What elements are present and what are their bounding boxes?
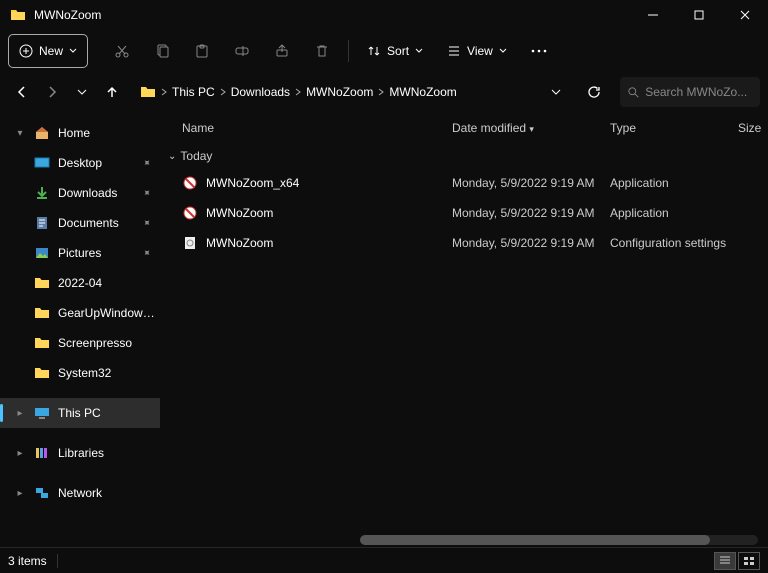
crumb-mwnozoom-1[interactable]: MWNoZoom [306, 85, 385, 99]
file-list: Name Date modified ▾ Type Size ⌄ Today M… [160, 112, 768, 547]
forward-button[interactable] [38, 78, 66, 106]
status-bar: 3 items [0, 547, 768, 573]
sidebar-folder-3[interactable]: Screenpresso [0, 328, 160, 358]
search-input[interactable] [645, 85, 752, 99]
chevron-right-icon: ▸ [14, 408, 26, 419]
sidebar-home[interactable]: ▾ Home [0, 118, 160, 148]
crumb-this-pc[interactable]: This PC [172, 85, 227, 99]
network-icon [34, 485, 50, 501]
pin-icon: ✦ [139, 216, 153, 230]
pictures-icon [34, 245, 50, 261]
sidebar-desktop[interactable]: Desktop ✦ [0, 148, 160, 178]
sort-label: Sort [387, 44, 409, 58]
ini-icon [182, 235, 198, 251]
details-view-button[interactable] [714, 552, 736, 570]
sidebar-documents[interactable]: Documents ✦ [0, 208, 160, 238]
paste-button[interactable] [184, 34, 220, 68]
rename-button[interactable] [224, 34, 260, 68]
view-label: View [467, 44, 493, 58]
sidebar-network[interactable]: ▸ Network [0, 478, 160, 508]
folder-icon [34, 305, 50, 321]
folder-icon [34, 275, 50, 291]
col-type[interactable]: Type [610, 121, 738, 135]
recent-button[interactable] [68, 78, 96, 106]
crumb-mwnozoom-2[interactable]: MWNoZoom [389, 85, 456, 99]
search-box[interactable] [620, 77, 760, 107]
file-row[interactable]: MWNoZoom Monday, 5/9/2022 9:19 AM Applic… [160, 198, 768, 228]
separator [348, 40, 349, 62]
sidebar-this-pc[interactable]: ▸ This PC [0, 398, 160, 428]
sidebar: ▾ Home Desktop ✦ Downloads ✦ Documents ✦… [0, 112, 160, 547]
desktop-icon [34, 155, 50, 171]
column-headers[interactable]: Name Date modified ▾ Type Size [160, 112, 768, 144]
folder-icon [10, 7, 26, 23]
breadcrumb-dropdown[interactable] [542, 78, 570, 106]
chevron-right-icon: ▸ [14, 448, 26, 459]
minimize-button[interactable] [630, 0, 676, 30]
horizontal-scrollbar[interactable] [360, 533, 758, 547]
share-button[interactable] [264, 34, 300, 68]
back-button[interactable] [8, 78, 36, 106]
new-button[interactable]: New [8, 34, 88, 68]
cut-button[interactable] [104, 34, 140, 68]
folder-icon [34, 365, 50, 381]
home-icon [34, 125, 50, 141]
group-today[interactable]: ⌄ Today [160, 144, 768, 168]
sidebar-folder-2[interactable]: GearUpWindows D [0, 298, 160, 328]
file-row[interactable]: MWNoZoom Monday, 5/9/2022 9:19 AM Config… [160, 228, 768, 258]
toolbar: New Sort View [0, 30, 768, 72]
file-row[interactable]: MWNoZoom_x64 Monday, 5/9/2022 9:19 AM Ap… [160, 168, 768, 198]
titlebar: MWNoZoom [0, 0, 768, 30]
more-button[interactable] [521, 34, 557, 68]
folder-icon [140, 84, 156, 100]
refresh-button[interactable] [580, 78, 608, 106]
pc-icon [34, 405, 50, 421]
col-name[interactable]: Name [182, 121, 452, 135]
col-size[interactable]: Size [738, 121, 768, 135]
sidebar-libraries[interactable]: ▸ Libraries [0, 438, 160, 468]
view-button[interactable]: View [437, 34, 517, 68]
sort-button[interactable]: Sort [357, 34, 433, 68]
folder-icon [34, 335, 50, 351]
libraries-icon [34, 445, 50, 461]
exe-icon [182, 175, 198, 191]
delete-button[interactable] [304, 34, 340, 68]
sidebar-folder-1[interactable]: 2022-04 [0, 268, 160, 298]
copy-button[interactable] [144, 34, 180, 68]
up-button[interactable] [98, 78, 126, 106]
download-icon [34, 185, 50, 201]
icons-view-button[interactable] [738, 552, 760, 570]
chevron-down-icon: ⌄ [168, 151, 176, 162]
new-button-label: New [39, 44, 63, 58]
pin-icon: ✦ [139, 186, 153, 200]
exe-icon [182, 205, 198, 221]
search-icon [628, 86, 639, 99]
col-date[interactable]: Date modified ▾ [452, 121, 610, 135]
pin-icon: ✦ [139, 156, 153, 170]
crumb-downloads[interactable]: Downloads [231, 85, 302, 99]
breadcrumb[interactable]: This PC Downloads MWNoZoom MWNoZoom [134, 77, 576, 107]
window-title: MWNoZoom [34, 8, 101, 22]
document-icon [34, 215, 50, 231]
sidebar-folder-4[interactable]: System32 [0, 358, 160, 388]
sidebar-downloads[interactable]: Downloads ✦ [0, 178, 160, 208]
pin-icon: ✦ [139, 246, 153, 260]
close-button[interactable] [722, 0, 768, 30]
item-count: 3 items [8, 554, 47, 568]
navigation-row: This PC Downloads MWNoZoom MWNoZoom [0, 72, 768, 112]
sidebar-pictures[interactable]: Pictures ✦ [0, 238, 160, 268]
maximize-button[interactable] [676, 0, 722, 30]
chevron-right-icon: ▸ [14, 488, 26, 499]
chevron-down-icon: ▾ [14, 128, 26, 139]
